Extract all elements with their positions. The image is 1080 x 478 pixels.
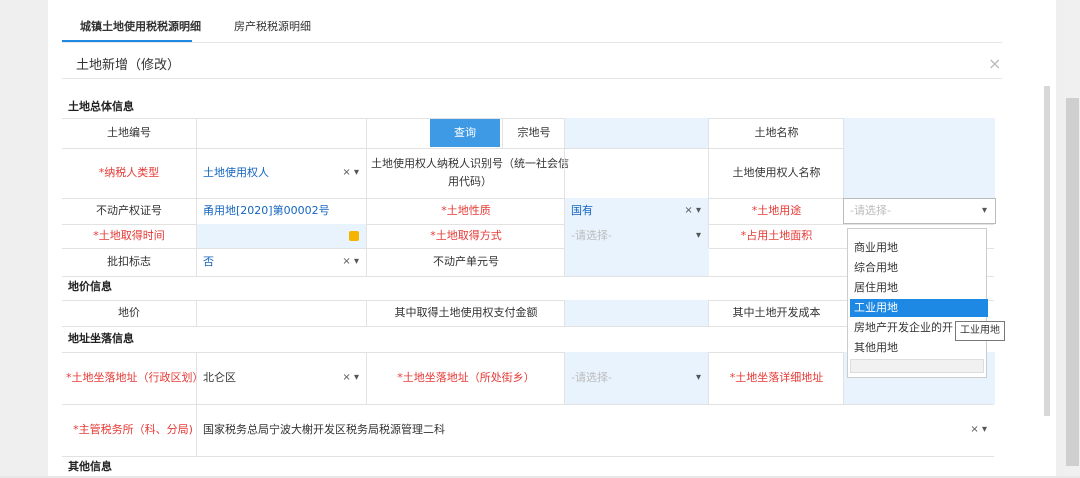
dropdown-option[interactable]: 商业用地 [850, 239, 988, 257]
chevron-down-icon[interactable]: ▾ [982, 202, 987, 220]
tab-bar: 城镇土地使用税税源明细 房产税税源明细 [62, 8, 1002, 43]
unit-no-label: 不动产单元号 [366, 248, 565, 276]
taxpayer-id-label: 土地使用权人纳税人识别号（统一社会信用代码） [366, 148, 573, 198]
street-select[interactable]: -请选择- ▾ [564, 352, 709, 404]
land-no-input[interactable] [196, 118, 367, 148]
land-use-dropdown: 商业用地 综合用地 居住用地 工业用地 房地产开发企业的开 其他用地 [847, 228, 988, 378]
dialog-title: 土地新增（修改） [76, 58, 181, 73]
parcel-no-input[interactable] [564, 118, 709, 148]
dropdown-option-selected[interactable]: 工业用地 [850, 299, 988, 317]
clear-dropdown-icon[interactable]: × ▾ [342, 369, 359, 387]
form-row: *主管税务所（科、分局) 国家税务总局宁波大榭开发区税务局税源管理二科 × ▾ [62, 404, 994, 457]
dropdown-option[interactable]: 其他用地 [850, 339, 988, 357]
taxpayer-id-input[interactable] [564, 148, 709, 198]
active-tab-indicator [62, 40, 192, 42]
chevron-down-icon[interactable]: ▾ [696, 369, 701, 387]
divider [62, 78, 1002, 79]
page: 城镇土地使用税税源明细 房产税税源明细 土地新增（修改） × 土地总体信息 土地… [0, 0, 1080, 476]
tab-land-tax[interactable]: 城镇土地使用税税源明细 [80, 18, 201, 34]
section-header-other: 其他信息 [68, 460, 112, 473]
dropdown-horizontal-scrollbar[interactable] [850, 359, 984, 373]
land-use-select[interactable]: -请选择- ▾ [843, 198, 996, 224]
acquire-cost-input[interactable] [564, 300, 709, 326]
user-name-input[interactable] [843, 148, 995, 198]
form-row: *纳税人类型 土地使用权人 × ▾ 土地使用权人纳税人识别号（统一社会信用代码） … [62, 148, 995, 199]
section-header-general: 土地总体信息 [62, 96, 994, 119]
page-scrollbar-thumb[interactable] [1066, 98, 1079, 466]
parcel-no-label: 宗地号 [502, 118, 565, 148]
tab-house-tax[interactable]: 房产税税源明细 [234, 18, 311, 34]
close-icon[interactable]: × [988, 54, 1001, 73]
query-button[interactable]: 查询 [430, 119, 500, 147]
form-row: 土地编号 查询 宗地号 土地名称 [62, 118, 995, 149]
land-name-input[interactable] [843, 118, 995, 148]
land-nature-select[interactable]: 国有 × ▾ [564, 198, 709, 224]
land-no-label: 土地编号 [107, 126, 151, 139]
acquire-way-select[interactable]: -请选择- ▾ [564, 224, 709, 248]
acquire-way-label: *土地取得方式 [366, 224, 565, 248]
cert-no-label: 不动产权证号 [96, 204, 162, 217]
calendar-icon[interactable] [349, 231, 359, 241]
dialog-scrollbar[interactable] [1044, 86, 1050, 416]
taxpayer-type-label: *纳税人类型 [98, 166, 160, 179]
deduct-flag-label: 批扣标志 [107, 255, 151, 268]
land-use-label: *土地用途 [708, 198, 844, 224]
street-label: *土地坐落地址（所处街乡） [366, 352, 565, 404]
option-tooltip: 工业用地 [955, 321, 1005, 341]
tax-office-select[interactable]: 国家税务总局宁波大榭开发区税务局税源管理二科 × ▾ [196, 404, 995, 456]
acquire-time-label: *土地取得时间 [93, 229, 165, 242]
dropdown-option[interactable]: 综合用地 [850, 259, 988, 277]
acquire-cost-label: 其中取得土地使用权支付金额 [366, 300, 565, 326]
land-name-label: 土地名称 [708, 118, 844, 148]
form-row: 不动产权证号 甬用地[2020]第00002号 *土地性质 国有 × ▾ *土地用… [62, 198, 996, 225]
clear-dropdown-icon[interactable]: × ▾ [342, 253, 359, 271]
detail-addr-label: *土地坐落详细地址 [708, 352, 844, 404]
land-nature-label: *土地性质 [366, 198, 565, 224]
district-select[interactable]: 北仑区 × ▾ [196, 352, 367, 404]
price-input[interactable] [196, 300, 367, 326]
clear-dropdown-icon[interactable]: × ▾ [970, 421, 987, 439]
price-label: 地价 [118, 306, 140, 319]
acquire-time-input[interactable] [196, 224, 367, 248]
clear-dropdown-icon[interactable]: × ▾ [684, 202, 701, 220]
dev-cost-label: 其中土地开发成本 [708, 300, 844, 326]
dropdown-option[interactable]: 居住用地 [850, 279, 988, 297]
chevron-down-icon[interactable]: ▾ [696, 227, 701, 245]
deduct-flag-select[interactable]: 否 × ▾ [196, 248, 367, 276]
tax-office-label: *主管税务所（科、分局) [73, 423, 193, 436]
occupy-area-label: *占用土地面积 [708, 224, 844, 248]
cert-no-input[interactable]: 甬用地[2020]第00002号 [196, 198, 367, 224]
clear-dropdown-icon[interactable]: × ▾ [342, 164, 359, 182]
district-label: *土地坐落地址（行政区划） [66, 371, 204, 384]
unit-no-input[interactable] [564, 248, 709, 276]
taxpayer-type-select[interactable]: 土地使用权人 × ▾ [196, 148, 367, 198]
user-name-label: 土地使用权人名称 [708, 148, 844, 198]
